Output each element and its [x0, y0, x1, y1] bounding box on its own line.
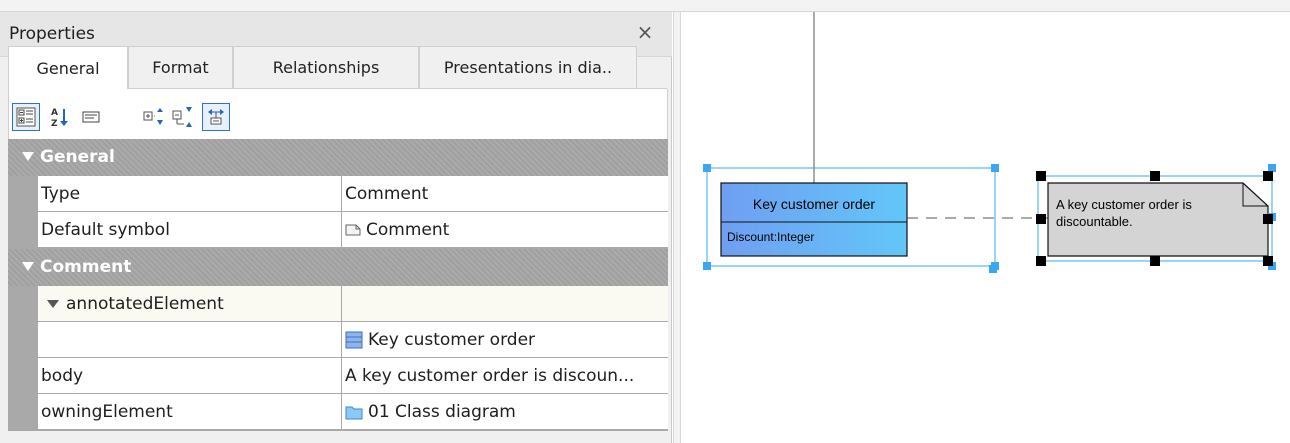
collapse-triangle-icon[interactable] — [22, 152, 34, 161]
panel-splitter[interactable] — [673, 12, 681, 443]
comment-text-line: discountable. — [1056, 214, 1133, 229]
sort-alphabetical-icon[interactable]: A Z — [46, 103, 74, 131]
property-row-type[interactable]: Type Comment — [38, 176, 668, 212]
tab-general[interactable]: General — [8, 46, 128, 89]
group-label: General — [40, 147, 115, 167]
property-value: Comment — [366, 219, 450, 240]
resize-handle — [1268, 164, 1276, 172]
diagram-canvas[interactable]: Key customer order Discount:Integer A ke… — [682, 12, 1290, 443]
resize-handle — [1150, 171, 1160, 181]
expand-all-icon[interactable] — [140, 103, 168, 131]
property-row-default-symbol[interactable]: Default symbol Comment — [38, 212, 668, 248]
property-value: 01 Class diagram — [368, 401, 516, 422]
resize-handle — [703, 164, 711, 172]
property-key: owningElement — [38, 394, 342, 430]
properties-toolbar: A Z — [8, 89, 668, 139]
resize-handle — [1150, 256, 1160, 266]
expand-triangle-icon[interactable] — [46, 299, 60, 309]
tab-format[interactable]: Format — [128, 46, 233, 88]
property-value-cell[interactable]: Comment — [342, 212, 668, 248]
comment-text-line: A key customer order is — [1056, 197, 1192, 212]
panel-title: Properties — [9, 24, 95, 44]
property-key-cell: annotatedElement — [38, 286, 342, 322]
class-box[interactable]: Key customer order Discount:Integer — [720, 182, 908, 257]
folder-icon — [345, 406, 363, 419]
collapse-triangle-icon[interactable] — [22, 262, 34, 271]
description-icon[interactable] — [77, 103, 105, 131]
resize-handle — [989, 265, 997, 273]
class-name: Key customer order — [753, 196, 875, 212]
property-value[interactable]: Comment — [342, 176, 668, 212]
resize-handle — [1036, 214, 1046, 224]
property-key: Default symbol — [38, 212, 342, 248]
resize-handle — [1263, 256, 1273, 266]
comment-symbol-icon — [345, 224, 361, 235]
resize-handle — [1263, 171, 1273, 181]
property-value: Key customer order — [368, 329, 536, 350]
property-value-cell[interactable]: 01 Class diagram — [342, 394, 668, 430]
property-row-owning-element[interactable]: owningElement 01 Class diagram — [38, 394, 668, 430]
tab-bar: General Format Relationships Presentatio… — [8, 46, 668, 89]
property-row-annotated-item[interactable]: Key customer order — [38, 322, 668, 358]
property-key: body — [38, 358, 342, 394]
resize-handle — [1263, 214, 1273, 224]
property-row-annotated-element[interactable]: annotatedElement — [38, 286, 668, 322]
class-icon — [345, 331, 363, 348]
group-comment[interactable]: Comment — [8, 249, 668, 286]
group-general[interactable]: General — [8, 139, 668, 176]
show-hidden-icon[interactable] — [202, 103, 230, 131]
tab-presentations[interactable]: Presentations in dia.. — [419, 46, 637, 88]
property-row-body[interactable]: body A key customer order is discoun... — [38, 358, 668, 394]
close-icon[interactable]: × — [634, 21, 656, 43]
svg-text:A: A — [51, 108, 58, 118]
diagram-svg: Key customer order Discount:Integer A ke… — [703, 12, 1276, 273]
resize-handle — [703, 262, 711, 270]
resize-handle — [1036, 171, 1046, 181]
svg-text:Z: Z — [51, 119, 58, 128]
group-label: Comment — [40, 257, 132, 277]
property-key — [38, 322, 342, 358]
property-value — [342, 286, 668, 322]
categorized-view-icon[interactable] — [12, 103, 40, 131]
property-key: annotatedElement — [66, 293, 224, 314]
resize-handle — [991, 164, 999, 172]
resize-handle — [1036, 256, 1046, 266]
class-attribute: Discount:Integer — [727, 230, 814, 244]
comment-note[interactable]: A key customer order is discountable. — [1047, 182, 1269, 257]
top-strip — [0, 0, 1290, 12]
property-grid: General Type Comment Default symbol Comm… — [8, 139, 668, 431]
collapse-all-icon[interactable] — [169, 103, 197, 131]
property-value-cell[interactable]: Key customer order — [342, 322, 668, 358]
property-key: Type — [38, 176, 342, 212]
tab-relationships[interactable]: Relationships — [233, 46, 419, 88]
property-value[interactable]: A key customer order is discoun... — [342, 358, 668, 394]
